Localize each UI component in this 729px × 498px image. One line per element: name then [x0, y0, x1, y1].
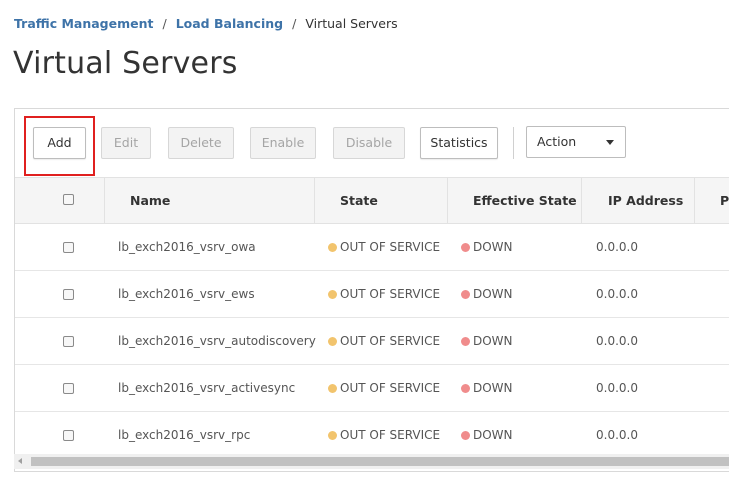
row-state: OUT OF SERVICE [328, 365, 440, 411]
scroll-left-button[interactable] [14, 454, 28, 469]
row-name: lb_exch2016_vsrv_autodiscovery [118, 334, 316, 348]
edit-button[interactable]: Edit [101, 127, 151, 159]
column-header-ip-address[interactable]: IP Address [608, 178, 683, 223]
row-state: OUT OF SERVICE [328, 412, 440, 458]
enable-button[interactable]: Enable [250, 127, 316, 159]
table-header: Name State Effective State IP Address Po [15, 177, 729, 224]
row-effective-state: DOWN [461, 365, 513, 411]
down-status-icon [461, 243, 470, 252]
row-ip-address: 0.0.0.0 [596, 428, 638, 442]
row-effective-state: DOWN [461, 271, 513, 317]
row-effective-state: DOWN [461, 224, 513, 270]
row-checkbox[interactable] [63, 289, 74, 300]
out-of-service-status-icon [328, 431, 337, 440]
virtual-servers-table: Name State Effective State IP Address Po… [15, 177, 729, 459]
table-row[interactable]: lb_exch2016_vsrv_rpc OUT OF SERVICE DOWN… [15, 412, 729, 459]
arrow-left-icon [18, 458, 22, 464]
row-state: OUT OF SERVICE [328, 318, 440, 364]
breadcrumb-separator: / [292, 16, 297, 31]
column-divider [314, 178, 315, 223]
down-status-icon [461, 337, 470, 346]
statistics-button[interactable]: Statistics [420, 127, 498, 159]
row-name: lb_exch2016_vsrv_activesync [118, 381, 296, 395]
row-name: lb_exch2016_vsrv_owa [118, 240, 256, 254]
down-status-icon [461, 290, 470, 299]
row-ip-address: 0.0.0.0 [596, 240, 638, 254]
breadcrumb-current: Virtual Servers [305, 16, 398, 31]
column-divider [104, 178, 105, 223]
out-of-service-status-icon [328, 243, 337, 252]
chevron-down-icon [606, 140, 614, 145]
delete-button[interactable]: Delete [168, 127, 234, 159]
breadcrumb-traffic-management[interactable]: Traffic Management [14, 16, 153, 31]
row-state: OUT OF SERVICE [328, 224, 440, 270]
out-of-service-status-icon [328, 290, 337, 299]
column-header-effective-state[interactable]: Effective State [473, 178, 577, 223]
toolbar-divider [513, 127, 514, 159]
row-ip-address: 0.0.0.0 [596, 381, 638, 395]
toolbar: Add Edit Delete Enable Disable Statistic… [15, 109, 729, 177]
column-divider [447, 178, 448, 223]
column-header-port[interactable]: Po [720, 178, 729, 223]
page-title: Virtual Servers [13, 46, 238, 81]
row-ip-address: 0.0.0.0 [596, 287, 638, 301]
disable-button[interactable]: Disable [333, 127, 405, 159]
column-divider [581, 178, 582, 223]
breadcrumb-load-balancing[interactable]: Load Balancing [176, 16, 283, 31]
row-name: lb_exch2016_vsrv_ews [118, 287, 255, 301]
select-all-checkbox[interactable] [63, 194, 74, 205]
row-ip-address: 0.0.0.0 [596, 334, 638, 348]
scrollbar-thumb[interactable] [31, 457, 729, 466]
breadcrumb-separator: / [162, 16, 167, 31]
row-effective-state: DOWN [461, 318, 513, 364]
down-status-icon [461, 431, 470, 440]
column-header-name[interactable]: Name [130, 178, 170, 223]
column-divider [694, 178, 695, 223]
table-row[interactable]: lb_exch2016_vsrv_autodiscovery OUT OF SE… [15, 318, 729, 365]
table-row[interactable]: lb_exch2016_vsrv_owa OUT OF SERVICE DOWN… [15, 224, 729, 271]
out-of-service-status-icon [328, 337, 337, 346]
horizontal-scrollbar[interactable] [14, 454, 729, 469]
row-checkbox[interactable] [63, 430, 74, 441]
action-dropdown[interactable]: Action [526, 126, 626, 158]
row-checkbox[interactable] [63, 336, 74, 347]
row-checkbox[interactable] [63, 242, 74, 253]
action-dropdown-label: Action [537, 134, 577, 149]
breadcrumb: Traffic Management / Load Balancing / Virtua… [14, 16, 398, 31]
table-row[interactable]: lb_exch2016_vsrv_ews OUT OF SERVICE DOWN… [15, 271, 729, 318]
virtual-servers-panel: Add Edit Delete Enable Disable Statistic… [14, 108, 729, 472]
down-status-icon [461, 384, 470, 393]
row-effective-state: DOWN [461, 412, 513, 458]
add-button-highlight [24, 116, 95, 176]
column-header-state[interactable]: State [340, 178, 378, 223]
row-state: OUT OF SERVICE [328, 271, 440, 317]
row-checkbox[interactable] [63, 383, 74, 394]
table-row[interactable]: lb_exch2016_vsrv_activesync OUT OF SERVI… [15, 365, 729, 412]
out-of-service-status-icon [328, 384, 337, 393]
row-name: lb_exch2016_vsrv_rpc [118, 428, 251, 442]
